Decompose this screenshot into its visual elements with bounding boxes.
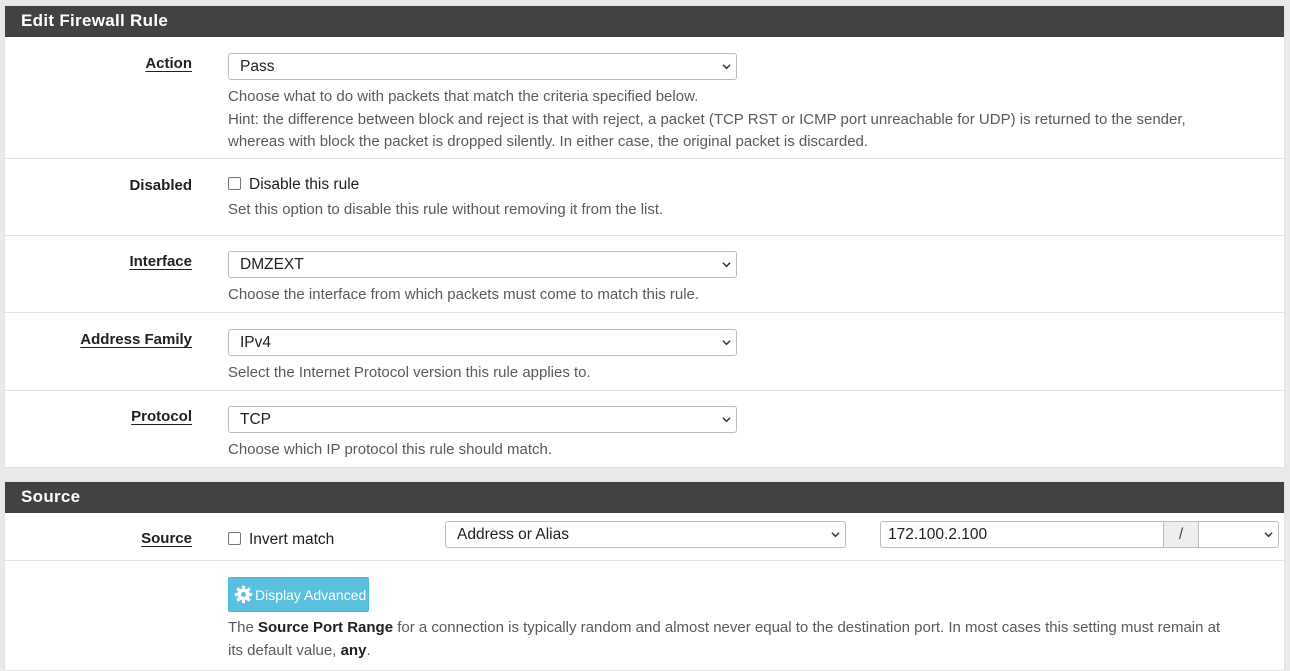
action-row: Action Pass Choose what to do with packe… [5, 37, 1284, 159]
protocol-select-value: TCP [240, 411, 271, 428]
action-select[interactable]: Pass [228, 53, 737, 80]
source-type-select[interactable]: Address or Alias [445, 521, 846, 548]
action-help-line-1: Choose what to do with packets that matc… [228, 88, 699, 105]
protocol-help: Choose which IP protocol this rule shoul… [228, 441, 553, 458]
action-label: Action [145, 55, 192, 72]
action-help-line-2: Hint: the difference between block and r… [228, 110, 1186, 128]
source-panel-title: Source [5, 482, 1284, 513]
any-term: any [340, 641, 367, 659]
address-family-help: Select the Internet Protocol version thi… [228, 364, 591, 381]
chevron-down-icon [722, 417, 731, 423]
chevron-down-icon [722, 340, 731, 346]
invert-match-wrap[interactable]: Invert match [228, 531, 334, 549]
protocol-select[interactable]: TCP [228, 406, 737, 433]
source-address-input[interactable]: 172.100.2.100 [880, 521, 1164, 548]
help-text: for a connection is typically random and… [393, 619, 1221, 636]
source-panel: Source Source Invert match Address or Al… [4, 481, 1285, 671]
disabled-help: Set this option to disable this rule wit… [228, 201, 664, 218]
source-port-help-line-2: its default value, any. [228, 640, 1278, 663]
address-family-field: IPv4 Select the Internet Protocol versio… [228, 329, 737, 385]
action-help-line-3: whereas with block the packet is dropped… [228, 133, 869, 150]
gear-icon [234, 585, 253, 604]
interface-help: Choose the interface from which packets … [228, 286, 700, 303]
source-label: Source [141, 530, 192, 547]
protocol-row: Protocol TCP Choose which IP protocol th… [5, 391, 1284, 467]
interface-field: DMZEXT Choose the interface from which p… [228, 251, 737, 307]
source-port-help-line-1: The Source Port Range for a connection i… [228, 617, 1278, 640]
protocol-field: TCP Choose which IP protocol this rule s… [228, 406, 737, 462]
invert-match-checkbox[interactable] [228, 532, 241, 545]
disabled-row: Disabled Disable this rule Set this opti… [5, 159, 1284, 236]
edit-firewall-rule-panel: Edit Firewall Rule Action Pass Choose wh… [4, 5, 1285, 468]
source-advanced-row: Display Advanced The Source Port Range f… [5, 561, 1284, 671]
action-field: Pass Choose what to do with packets that… [228, 53, 1278, 154]
help-text: . [366, 641, 371, 659]
source-type-select-value: Address or Alias [457, 526, 569, 543]
interface-select[interactable]: DMZEXT [228, 251, 737, 278]
cidr-slash: / [1163, 521, 1199, 548]
address-family-select-value: IPv4 [240, 334, 272, 351]
source-row: Source Invert match Address or Alias 172… [5, 513, 1284, 561]
interface-select-value: DMZEXT [240, 256, 304, 273]
help-text: its default value, [228, 641, 341, 659]
address-family-row: Address Family IPv4 Select the Internet … [5, 313, 1284, 391]
disable-rule-checkbox-label[interactable]: Disable this rule [249, 176, 359, 193]
help-text: The [228, 619, 259, 636]
disabled-label: Disabled [129, 177, 192, 194]
source-port-help: The Source Port Range for a connection i… [228, 617, 1278, 662]
chevron-down-icon [722, 262, 731, 268]
action-select-value: Pass [240, 58, 275, 75]
disabled-field: Disable this rule Set this option to dis… [228, 176, 663, 222]
source-mask-select[interactable] [1198, 521, 1279, 548]
source-port-range-term: Source Port Range [258, 619, 394, 636]
protocol-label: Protocol [131, 408, 192, 425]
display-advanced-button[interactable]: Display Advanced [228, 577, 369, 612]
chevron-down-icon [831, 532, 840, 538]
disable-rule-checkbox[interactable] [228, 177, 241, 190]
chevron-down-icon [1264, 532, 1273, 538]
chevron-down-icon [722, 64, 731, 70]
address-family-label: Address Family [80, 331, 192, 348]
address-family-select[interactable]: IPv4 [228, 329, 737, 356]
action-help: Choose what to do with packets that matc… [228, 86, 1278, 154]
panel-title: Edit Firewall Rule [5, 6, 1284, 37]
invert-match-label[interactable]: Invert match [249, 531, 334, 548]
interface-row: Interface DMZEXT Choose the interface fr… [5, 236, 1284, 313]
display-advanced-label[interactable]: Display Advanced [255, 587, 366, 603]
disable-rule-checkbox-wrap[interactable]: Disable this rule [228, 176, 663, 194]
interface-label: Interface [129, 253, 192, 270]
